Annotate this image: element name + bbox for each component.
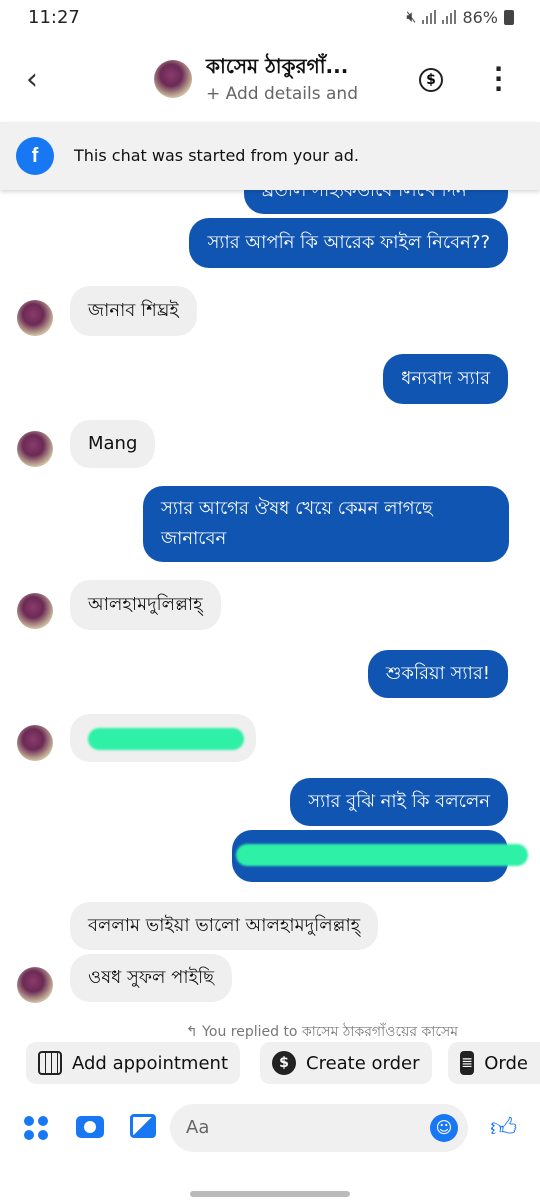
message-bubble-incoming[interactable]: Mang xyxy=(70,420,156,468)
message-composer: Aa ☺ 👍︎ xyxy=(0,1098,540,1162)
thumbs-up-icon[interactable]: 👍︎ xyxy=(490,1112,517,1143)
message-text: স্যার বুঝি নাই কি বললেন xyxy=(308,791,490,812)
orders-button[interactable]: ≣ Orde xyxy=(448,1042,540,1084)
message-input-placeholder: Aa xyxy=(186,1117,210,1138)
add-appointment-label: Add appointment xyxy=(72,1052,229,1074)
sender-avatar[interactable] xyxy=(17,967,53,1003)
message-bubble-outgoing[interactable]: ধন্যবাদ স্যার xyxy=(383,354,508,404)
message-text: শুকরিয়া স্যার! xyxy=(385,663,490,684)
message-bubble-incoming[interactable]: আলহামদুলিল্লাহ্ xyxy=(70,580,221,630)
message-bubble-outgoing[interactable]: স্যার আপনি কি আরেক ফাইল নিবেন?? xyxy=(189,218,508,268)
sender-avatar[interactable] xyxy=(17,431,53,467)
message-bubble-outgoing[interactable]: স্যার বুঝি নাই কি বললেন xyxy=(290,778,508,826)
chat-header: ‹ কাসেম ঠাকুরগাঁ... + Add details and $ … xyxy=(0,44,540,120)
signal-icon xyxy=(422,10,437,24)
quick-actions: Add appointment $ Create order ≣ Orde xyxy=(0,1042,540,1088)
message-text: ধ্রতাল সাহ্যকভাবে লিখে দিন xyxy=(262,190,467,201)
redaction-mark xyxy=(236,844,528,866)
payment-icon[interactable]: $ xyxy=(419,68,443,92)
more-options-icon[interactable]: · · · xyxy=(494,57,503,101)
gallery-icon[interactable] xyxy=(130,1114,156,1138)
back-arrow-icon[interactable]: ‹ xyxy=(26,62,38,97)
orders-label: Orde xyxy=(484,1052,528,1074)
sender-avatar[interactable] xyxy=(17,300,53,336)
sender-avatar[interactable] xyxy=(17,725,53,761)
reply-indicator: ↰ You replied to কাসেম ঠাকরগাঁওয়ের কাসে… xyxy=(186,1024,458,1040)
message-bubble-incoming[interactable]: জানাব শিঘ্রই xyxy=(70,286,197,336)
calendar-icon xyxy=(38,1051,62,1075)
contact-name[interactable]: কাসেম ঠাকুরগাঁ... xyxy=(206,52,348,85)
message-bubble-outgoing[interactable]: স্যার আগের ঔষধ খেয়ে কেমন লাগছে জানাবেন xyxy=(143,486,509,562)
ad-banner-text: This chat was started from your ad. xyxy=(74,146,359,165)
add-appointment-button[interactable]: Add appointment xyxy=(26,1042,241,1084)
battery-text: 86% xyxy=(462,7,498,27)
message-text: জানাবেন xyxy=(161,528,227,549)
message-text: স্যার আপনি কি আরেক ফাইল নিবেন?? xyxy=(207,232,490,253)
orders-list-icon: ≣ xyxy=(460,1051,475,1075)
message-bubble-outgoing[interactable]: ধ্রতাল সাহ্যকভাবে লিখে দিন xyxy=(244,190,508,214)
sender-avatar[interactable] xyxy=(17,593,53,629)
status-bar: 11:27 🔇︎ 86% xyxy=(0,0,540,36)
redaction-mark xyxy=(88,728,244,750)
emoji-icon[interactable]: ☺ xyxy=(430,1114,458,1142)
message-text: ধন্যবাদ স্যার xyxy=(401,368,490,389)
contact-avatar[interactable] xyxy=(154,60,192,98)
message-text: জানাব শিঘ্রই xyxy=(88,300,179,321)
dollar-icon: $ xyxy=(272,1051,296,1075)
message-bubble-incoming[interactable]: ওষধ সুফল পাইছি xyxy=(70,954,233,1002)
battery-icon xyxy=(504,9,514,25)
message-bubble-outgoing[interactable]: শুকরিয়া স্যার! xyxy=(367,650,508,698)
message-text: ওষধ সুফল পাইছি xyxy=(88,967,215,988)
create-order-button[interactable]: $ Create order xyxy=(260,1042,432,1084)
message-text: স্যার আগের ঔষধ খেয়ে কেমন লাগছে xyxy=(161,498,433,519)
message-text: আলহামদুলিল্লাহ্ xyxy=(88,594,203,615)
status-time: 11:27 xyxy=(28,7,80,28)
apps-menu-icon[interactable] xyxy=(24,1116,48,1140)
message-text: Mang xyxy=(88,433,138,454)
signal-4g-icon xyxy=(442,10,457,24)
mute-icon: 🔇︎ xyxy=(406,7,417,26)
add-details-link[interactable]: + Add details and xyxy=(206,84,358,104)
message-text: বললাম ভাইয়া ভালো আলহামদুলিল্লাহ্ xyxy=(88,915,361,936)
status-icons: 🔇︎ 86% xyxy=(406,7,514,27)
create-order-label: Create order xyxy=(306,1052,420,1074)
home-indicator[interactable] xyxy=(190,1191,350,1197)
message-bubble-incoming[interactable]: বললাম ভাইয়া ভালো আলহামদুলিল্লাহ্ xyxy=(70,902,379,950)
facebook-icon: f xyxy=(16,137,54,175)
ad-banner: f This chat was started from your ad. xyxy=(0,122,540,190)
message-list[interactable]: ধ্রতাল সাহ্যকভাবে লিখে দিন স্যার আপনি কি… xyxy=(0,190,540,1040)
message-input[interactable]: Aa ☺ xyxy=(170,1104,468,1152)
camera-icon[interactable] xyxy=(76,1116,104,1138)
